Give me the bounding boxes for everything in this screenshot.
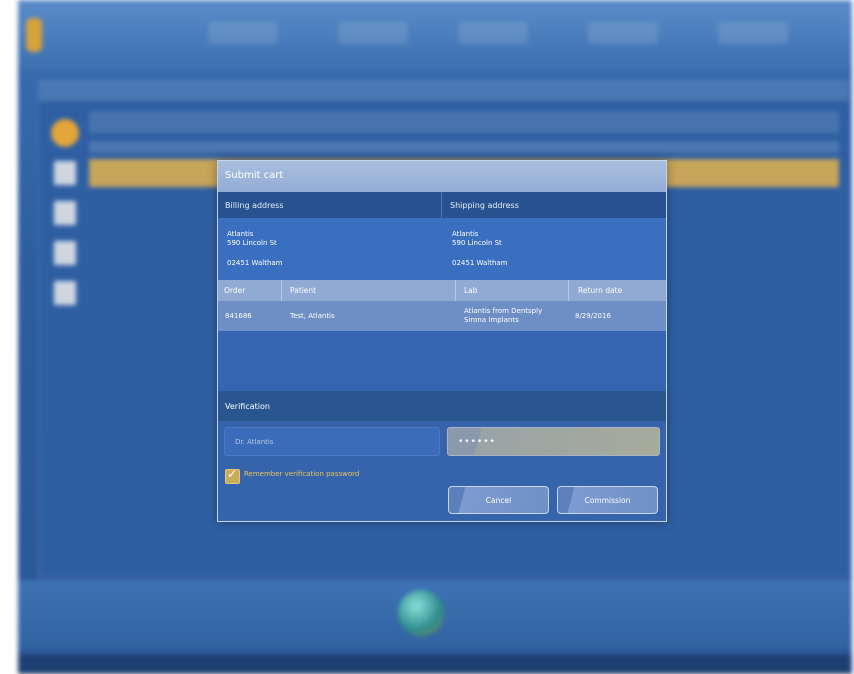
commission-button[interactable]: Commission [557, 486, 658, 514]
address-section: Atlantis 590 Lincoln St 02451 Waltham At… [218, 218, 666, 280]
toolbar-button-blurred [338, 22, 408, 44]
toolbar-button-blurred [208, 22, 278, 44]
app-footer [18, 655, 852, 674]
billing-street: 590 Lincoln St [227, 239, 277, 247]
table-row[interactable]: 841686 Test, Atlantis Atlantis from Dent… [218, 301, 666, 331]
lab-name-line2: Sirona Implants [464, 316, 519, 324]
billing-address-header: Billing address [225, 201, 284, 210]
column-header-return-date: Return date [578, 286, 623, 295]
password-input[interactable] [447, 427, 660, 456]
toolbar-button-blurred [718, 22, 788, 44]
verification-title: Verification [225, 402, 270, 411]
shipping-address-header: Shipping address [450, 201, 519, 210]
billing-city: 02451 Waltham [227, 259, 283, 267]
shipping-name: Atlantis [452, 230, 479, 238]
patient-name: Test, Atlantis [290, 312, 335, 320]
column-header-lab: Lab [464, 286, 478, 295]
username-input[interactable] [224, 427, 440, 456]
verification-header: Verification [218, 391, 666, 421]
document-icon [54, 161, 76, 185]
document-icon [54, 281, 76, 305]
address-divider [441, 192, 442, 218]
column-separator [455, 280, 456, 301]
app-toolbar [18, 0, 852, 70]
cart-toolbar [89, 111, 839, 133]
cart-icon [51, 119, 79, 147]
table-empty-area [218, 331, 666, 391]
app-logo [26, 18, 42, 52]
toolbar-button-blurred [588, 22, 658, 44]
orders-table-header: Order Patient Lab Return date [218, 280, 666, 301]
cancel-button[interactable]: Cancel [448, 486, 549, 514]
address-headers: Billing address Shipping address [218, 192, 666, 218]
checkmark-icon: ✓ [227, 467, 238, 481]
document-remove-icon [54, 241, 76, 265]
dialog-title: Submit cart [225, 170, 284, 181]
dialog-title-bar: Submit cart [218, 161, 666, 192]
remember-password-checkbox[interactable]: ✓ [225, 467, 240, 484]
shipping-street: 590 Lincoln St [452, 239, 502, 247]
submit-cart-dialog: Submit cart Billing address Shipping add… [217, 160, 667, 522]
toolbar-button-blurred [458, 22, 528, 44]
cart-table-header [89, 141, 839, 153]
app-breadcrumb-strip [38, 80, 848, 100]
billing-name: Atlantis [227, 230, 254, 238]
order-number: 841686 [225, 312, 252, 320]
column-header-order: Order [224, 286, 246, 295]
globe-icon [398, 590, 444, 636]
remember-password-label[interactable]: Remember verification password [244, 470, 359, 478]
column-separator [281, 280, 282, 301]
column-header-patient: Patient [290, 286, 317, 295]
return-date: 8/29/2016 [575, 312, 611, 320]
document-add-icon [54, 201, 76, 225]
lab-name-line1: Atlantis from Dentsply [464, 307, 543, 315]
shipping-city: 02451 Waltham [452, 259, 508, 267]
column-separator [568, 280, 569, 301]
